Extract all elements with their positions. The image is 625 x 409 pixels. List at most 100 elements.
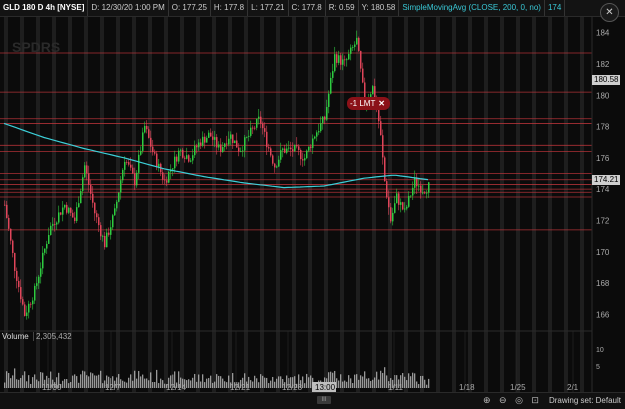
candle-body [218, 144, 220, 148]
candle-body [282, 148, 284, 151]
high-label: H: 177.8 [211, 0, 249, 16]
candle-body [6, 204, 8, 218]
volume-bar [360, 375, 362, 388]
price-chart[interactable]: SPDRS 184182180178176174172170168166 105… [0, 0, 625, 408]
zoom-tools-icons[interactable]: ⊕ ⊖ ◎ ⊡ [483, 395, 542, 406]
close-icon[interactable]: ✕ [600, 3, 619, 22]
candle-body [214, 137, 216, 140]
symbol-label[interactable]: GLD 180 D 4h [NYSE] [0, 0, 89, 16]
candle-body [60, 212, 62, 215]
volume-bar [408, 373, 410, 388]
candle-body [124, 161, 126, 170]
candle-body [400, 202, 402, 205]
volume-bar [20, 378, 22, 388]
price-tick-label: 170 [596, 248, 610, 257]
volume-bar [344, 380, 346, 388]
candle-body [22, 299, 24, 305]
session-stripes [4, 17, 584, 392]
candle-body [382, 135, 384, 158]
candle-body [318, 131, 320, 133]
volume-bar [250, 380, 252, 388]
volume-tick-label: 10 [596, 347, 604, 354]
volume-bar [364, 371, 366, 388]
volume-bar [192, 377, 194, 388]
time-tick-label: 1/18 [459, 383, 475, 392]
candle-body [194, 145, 196, 156]
candle-body [354, 44, 356, 47]
candle-body [404, 208, 406, 210]
candle-body [424, 192, 426, 194]
volume-bar [134, 370, 136, 388]
price-tick-label: 184 [596, 29, 610, 38]
volume-axis: 10 5 [596, 347, 604, 371]
candle-body [234, 140, 236, 144]
session-stripe [324, 17, 328, 392]
volume-bar [426, 384, 428, 388]
candle-body [232, 134, 234, 144]
session-stripe [548, 17, 552, 392]
drawing-set-label[interactable]: Drawing set: Default [549, 396, 621, 405]
volume-bar [384, 367, 386, 388]
date-label: D: 12/30/20 1:00 PM [88, 0, 169, 16]
candle-body [26, 312, 28, 316]
candle-body [230, 134, 232, 139]
volume-bar [76, 376, 78, 388]
candle-body [130, 164, 132, 168]
session-stripe [436, 17, 440, 392]
candle-body [52, 224, 54, 226]
candle-body [308, 146, 310, 151]
candle-body [186, 155, 188, 159]
volume-bar [204, 382, 206, 388]
candle-body [72, 212, 74, 218]
session-stripe [452, 17, 456, 392]
candle-body [108, 232, 110, 235]
candle-body [426, 192, 428, 194]
candle-body [266, 131, 268, 148]
volume-bar [80, 374, 82, 388]
candle-body [70, 207, 72, 213]
volume-bar [146, 378, 148, 388]
candle-body [136, 172, 138, 186]
volume-bar [422, 375, 424, 388]
volume-bar [70, 382, 72, 388]
candle-body [304, 158, 306, 161]
cancel-order-icon[interactable]: ✕ [378, 97, 385, 110]
candle-body [50, 225, 52, 236]
candle-body [412, 187, 414, 196]
candle-body [4, 204, 6, 206]
session-stripe [372, 17, 376, 392]
candle-body [320, 123, 322, 132]
candle-body [242, 150, 244, 152]
price-tick-label: 182 [596, 60, 610, 69]
candle-body [280, 150, 282, 160]
volume-bar [72, 375, 74, 388]
volume-bar [38, 381, 40, 388]
volume-bar [198, 374, 200, 388]
candle-body [222, 147, 224, 153]
volume-bar [138, 371, 140, 388]
volume-bar [358, 379, 360, 388]
volume-bar [12, 375, 14, 388]
limit-order-badge[interactable]: -1 LMT ✕ [347, 97, 390, 110]
candle-body [278, 159, 280, 167]
candle-body [32, 300, 34, 305]
candle-body [362, 68, 364, 83]
candle-body [410, 195, 412, 197]
volume-bar [258, 382, 260, 388]
volume-bar [142, 374, 144, 388]
session-stripe [484, 17, 488, 392]
volume-bar [100, 370, 102, 388]
volume-bar [276, 378, 278, 388]
candle-body [246, 136, 248, 138]
time-tick-label: 12/28 [282, 383, 303, 392]
session-stripe [580, 17, 584, 392]
volume-bar [144, 378, 146, 388]
volume-bar [420, 375, 422, 388]
candle-body [260, 116, 262, 124]
candle-body [94, 202, 96, 214]
volume-bar [264, 377, 266, 388]
scroll-handle[interactable]: III [317, 396, 331, 404]
candle-body [84, 165, 86, 178]
candle-body [290, 147, 292, 150]
indicator-label[interactable]: SimpleMovingAvg (CLOSE, 200, 0, no) [399, 0, 545, 16]
